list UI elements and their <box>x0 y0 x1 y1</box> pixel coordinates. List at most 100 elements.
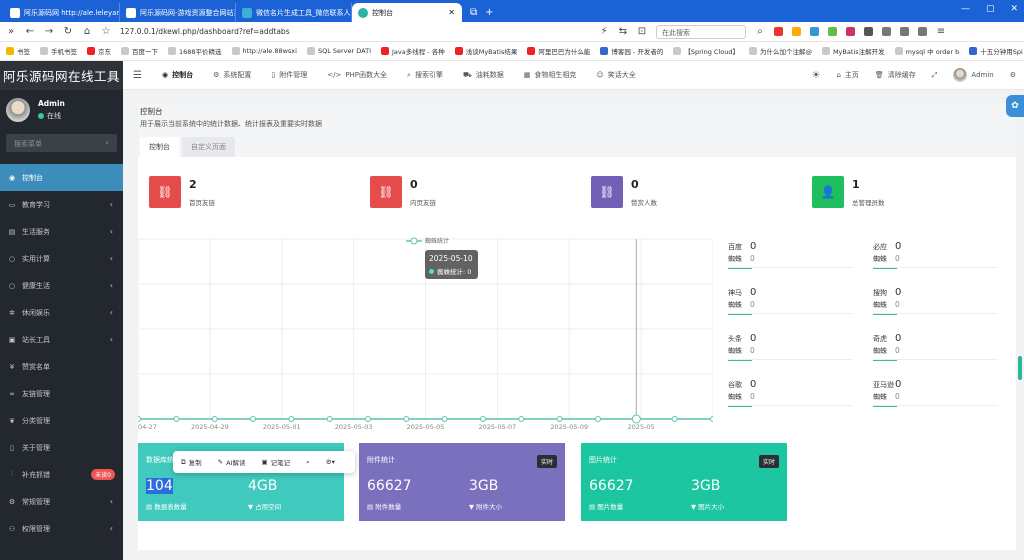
bookmark-item[interactable]: 十五分钟用Spi <box>969 46 1023 56</box>
forward-icon[interactable]: → <box>44 26 54 37</box>
nav-tab-search-engines[interactable]: ⌕ 搜索引擎 <box>397 70 453 80</box>
sidebar-item-calculators[interactable]: ○ 实用计算 ‹ <box>0 245 123 272</box>
bookmark-item[interactable]: 浅谈MyBatis结果 <box>454 46 517 56</box>
sidebar-item-donors[interactable]: ¥ 赞赏名单 <box>0 353 123 380</box>
bookmark-item[interactable]: http://ale.88wsxi <box>231 47 297 55</box>
lightning-icon[interactable]: ⚡ <box>599 26 609 37</box>
bookmark-item[interactable]: Java多线程 - 各种 <box>381 46 445 56</box>
bookmark-item[interactable]: 1688平价精选 <box>168 46 222 56</box>
menu-search-input[interactable]: 搜索菜单 ⌕ <box>6 134 117 152</box>
settings-icon[interactable]: ⚙ <box>1002 71 1024 79</box>
lock-icon[interactable]: ⊡ <box>637 26 647 37</box>
user-menu[interactable]: Admin <box>945 68 1001 82</box>
menu-expand-icon[interactable]: » <box>6 26 16 37</box>
nav-tab-php-functions[interactable]: </> PHP函数大全 <box>317 70 397 80</box>
url-field[interactable]: 127.0.0.1/dkewl.php/dashboard?ref=addtab… <box>120 27 590 36</box>
sidebar-item-about[interactable]: ▯ 关于管理 <box>0 434 123 461</box>
stat-value: 0 <box>410 178 418 191</box>
sidebar-item-permissions[interactable]: ⚇ 权限管理 ‹ <box>0 515 123 542</box>
sidebar-item-links[interactable]: ∞ 友链管理 <box>0 380 123 407</box>
theme-toggle-icon[interactable]: ☀ <box>803 70 828 81</box>
sidebar-item-education[interactable]: ▭ 教育学习 ‹ <box>0 191 123 218</box>
settings-dropdown-icon[interactable]: ⚙▾ <box>318 458 343 466</box>
minimize-icon[interactable]: — <box>961 4 970 14</box>
extension-icon[interactable] <box>900 27 909 36</box>
extension-icon[interactable] <box>918 27 927 36</box>
clear-cache-button[interactable]: 🗑 清除缓存 <box>867 70 924 80</box>
back-icon[interactable]: ← <box>25 26 35 37</box>
more-icon[interactable]: ≡ <box>936 26 946 37</box>
bookmark-item[interactable]: 手机书签 <box>40 46 77 56</box>
tab-list-icon[interactable]: ⧉ <box>470 7 477 18</box>
nav-tab-attachments[interactable]: ▯ 附件管理 <box>261 70 317 80</box>
close-icon[interactable]: ✕ <box>448 8 455 17</box>
spider-count-secondary: 0 <box>750 300 755 309</box>
nav-tab-jokes[interactable]: ☺ 笑话大全 <box>586 70 645 80</box>
close-window-icon[interactable]: ✕ <box>1010 4 1018 14</box>
site-icon <box>969 47 978 55</box>
floating-plugin-icon[interactable]: ✿ <box>1006 95 1024 117</box>
bookmark-item[interactable]: 阿里巴巴为什么能 <box>527 46 590 56</box>
home-link[interactable]: ⌂ 主页 <box>828 70 866 80</box>
tab-dashboard[interactable]: 控制台 <box>140 137 179 157</box>
bookmark-item[interactable]: MyBatis注解开发 <box>821 46 885 56</box>
spider-stat: 必应 0 蜘蛛 0 <box>873 241 998 269</box>
browser-tab[interactable]: 阿乐源码网 http://ale.leleyangyi.com/✕ <box>4 3 120 22</box>
new-tab-icon[interactable]: + <box>485 7 493 18</box>
scrollbar-thumb[interactable] <box>1018 356 1022 380</box>
spider-count: 0 <box>750 333 757 344</box>
extension-icon[interactable] <box>864 27 873 36</box>
bookmark-item[interactable]: 书签 <box>6 46 30 56</box>
search-icon[interactable]: ⌕ <box>298 458 318 467</box>
extension-icon[interactable] <box>828 27 837 36</box>
sidebar-item-categories[interactable]: ❦ 分类管理 <box>0 407 123 434</box>
bookmark-item[interactable]: 【Spring Cloud】 <box>673 46 739 56</box>
tab-custom-page[interactable]: 自定义页面 <box>182 137 235 157</box>
sidebar-item-error-reports[interactable]: ⫶ 补充抓错 未读0 <box>0 461 123 488</box>
take-note-button[interactable]: ▣ 记笔记 <box>253 457 298 467</box>
trash-icon: 🗑 <box>874 71 884 79</box>
spider-sublabel: 蜘蛛 <box>873 255 887 263</box>
sidebar-toggle-icon[interactable]: ☰ <box>123 70 152 81</box>
sidebar-item-life-services[interactable]: ▤ 生活服务 ‹ <box>0 218 123 245</box>
extension-icon[interactable] <box>882 27 891 36</box>
browser-tab[interactable]: 阿乐源码网-游戏资源整合网站系统✕ <box>120 3 236 22</box>
nav-tab-food-compat[interactable]: ▦ 食物相生相克 <box>514 70 587 80</box>
nav-tab-dashboard[interactable]: ◉ 控制台 <box>152 70 203 80</box>
search-icon[interactable]: ⌕ <box>755 26 765 37</box>
sidebar-item-webmaster-tools[interactable]: ▣ 站长工具 ‹ <box>0 326 123 353</box>
bookmark-item[interactable]: SQL Server DATI <box>306 47 371 55</box>
sidebar-item-dashboard[interactable]: ◉ 控制台 <box>0 164 123 191</box>
star-icon[interactable]: ☆ <box>101 26 111 37</box>
bookmark-item[interactable]: 为什么加个注解@ <box>748 46 812 56</box>
bookmark-item[interactable]: mysql 中 order b <box>894 46 959 56</box>
bookmark-item[interactable]: 博客园 - 开发者的 <box>600 46 663 56</box>
search-icon[interactable]: ⌕ <box>105 139 109 147</box>
sidebar-item-health[interactable]: ○ 健康生活 ‹ <box>0 272 123 299</box>
user-icon: 👤 <box>812 176 844 208</box>
sidebar-item-leisure[interactable]: ✲ 休闲娱乐 ‹ <box>0 299 123 326</box>
home-icon[interactable]: ⌂ <box>82 26 92 37</box>
translate-icon[interactable]: ⇆ <box>618 26 628 37</box>
nav-tab-fuel-data[interactable]: ⛟ 油耗数据 <box>453 70 514 80</box>
extension-icon[interactable] <box>846 27 855 36</box>
home-icon: ⌂ <box>836 71 841 79</box>
extension-icon[interactable] <box>810 27 819 36</box>
browser-tab-active[interactable]: 控制台 ✕ <box>352 3 462 22</box>
browser-tab[interactable]: 微信名片生成工具_微信联系人名片✕ <box>236 3 352 22</box>
extension-icon[interactable] <box>774 27 783 36</box>
cogs-icon: ⚙ <box>8 497 16 506</box>
reload-icon[interactable]: ↻ <box>63 26 73 37</box>
bookmark-item[interactable]: 京东 <box>87 46 111 56</box>
fullscreen-icon[interactable]: ⤢ <box>924 71 946 80</box>
extension-icon[interactable] <box>792 27 801 36</box>
bookmark-item[interactable]: 百度一下 <box>121 46 158 56</box>
brand-title[interactable]: 阿乐源码网在线工具 <box>0 61 123 90</box>
browser-search-input[interactable]: 在此搜索 <box>656 24 746 39</box>
maximize-icon[interactable]: ▢ <box>986 4 995 14</box>
nav-tab-system-config[interactable]: ⚙ 系统配置 <box>203 70 261 80</box>
site-icon <box>381 47 389 55</box>
copy-button[interactable]: ⧉ 复制 <box>173 457 210 468</box>
sidebar-item-general-settings[interactable]: ⚙ 常规管理 ‹ <box>0 488 123 515</box>
ai-explain-button[interactable]: ✎ AI解读 <box>210 457 254 467</box>
